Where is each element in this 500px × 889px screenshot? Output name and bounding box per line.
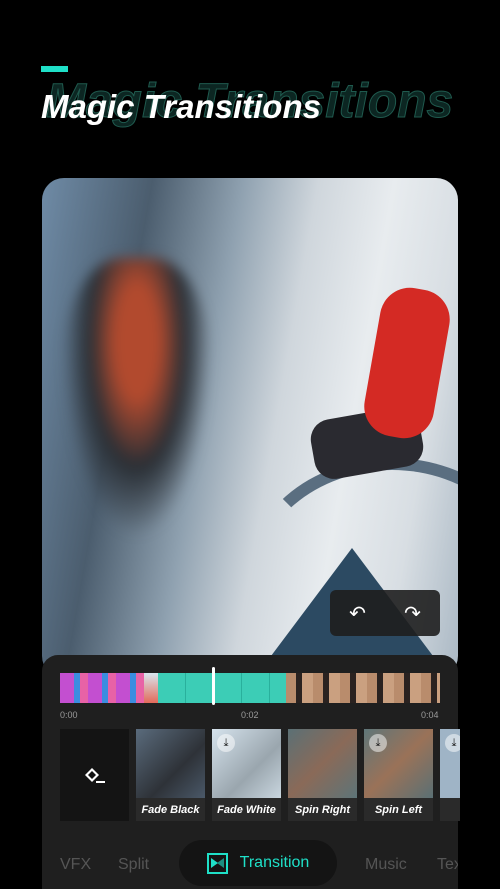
transition-partial[interactable]: ⤓ bbox=[440, 729, 460, 821]
transition-fade-white[interactable]: ⤓ Fade White bbox=[212, 729, 281, 821]
bottom-tabs: VFX Split Transition Music Text bbox=[42, 840, 458, 888]
redo-icon[interactable]: ↷ bbox=[404, 601, 421, 626]
tab-music[interactable]: Music bbox=[365, 856, 407, 874]
timeline-strip[interactable] bbox=[60, 673, 440, 703]
blurred-skier bbox=[62, 258, 212, 538]
snowboarder-jacket bbox=[359, 283, 455, 443]
time-label: 0:02 bbox=[241, 710, 259, 720]
clip-3[interactable] bbox=[286, 673, 440, 703]
tab-transition[interactable]: Transition bbox=[179, 840, 337, 886]
transition-spin-right[interactable]: Spin Right bbox=[288, 729, 357, 821]
tab-label: Transition bbox=[239, 854, 310, 871]
transition-label: Fade Black bbox=[141, 803, 200, 816]
clip-2[interactable] bbox=[144, 673, 158, 703]
undo-redo-controls: ↶ ↷ bbox=[330, 590, 440, 636]
transition-label: Spin Left bbox=[374, 803, 423, 816]
eraser-icon bbox=[84, 768, 105, 783]
download-icon[interactable]: ⤓ bbox=[445, 734, 460, 752]
tab-vfx[interactable]: VFX bbox=[60, 856, 91, 874]
download-icon[interactable]: ⤓ bbox=[217, 734, 235, 752]
no-transition-button[interactable] bbox=[60, 729, 129, 821]
transition-label: Fade White bbox=[217, 803, 276, 816]
undo-icon[interactable]: ↶ bbox=[349, 601, 366, 626]
transition-fade-black[interactable]: Fade Black bbox=[136, 729, 205, 821]
transition-segment[interactable] bbox=[158, 673, 286, 703]
accent-bar bbox=[41, 66, 68, 72]
tab-split[interactable]: Split bbox=[118, 856, 149, 874]
editor-panel: 0:00 0:02 0:04 Fade Black ⤓ Fade White Sp… bbox=[42, 655, 460, 889]
tab-text[interactable]: Text bbox=[437, 856, 458, 874]
transition-icon bbox=[206, 852, 228, 874]
clip-1[interactable] bbox=[60, 673, 144, 703]
playhead[interactable] bbox=[212, 667, 215, 705]
time-label: 0:00 bbox=[60, 710, 78, 720]
transition-list: Fade Black ⤓ Fade White Spin Right ⤓ Spin … bbox=[60, 729, 460, 821]
transition-label: Spin Right bbox=[295, 803, 350, 816]
video-preview[interactable]: ↶ ↷ bbox=[42, 178, 458, 678]
page-title: Magic Transitions bbox=[41, 88, 321, 125]
download-icon[interactable]: ⤓ bbox=[369, 734, 387, 752]
time-label: 0:04 bbox=[421, 710, 439, 720]
transition-spin-left[interactable]: ⤓ Spin Left bbox=[364, 729, 433, 821]
